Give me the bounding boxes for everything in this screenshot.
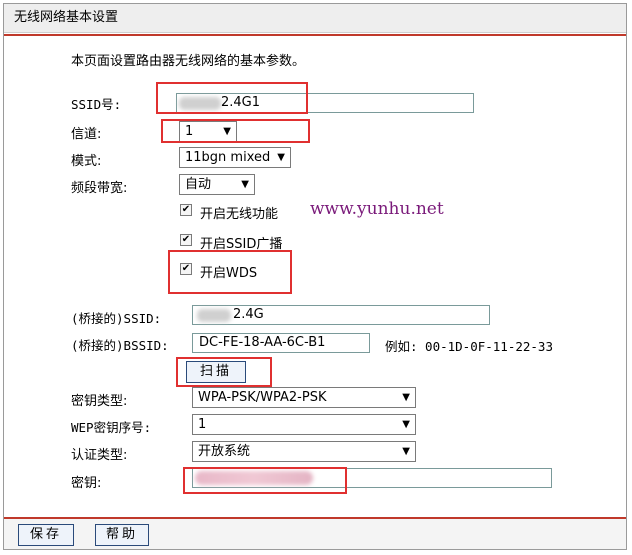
- channel-label: 信道:: [71, 127, 102, 142]
- checkmark-icon: ✔: [181, 204, 191, 215]
- chevron-down-icon: ▼: [402, 392, 410, 403]
- highlight-ssid: [156, 82, 308, 114]
- enable-wireless-label: 开启无线功能: [200, 207, 279, 222]
- key-type-select[interactable]: WPA-PSK/WPA2-PSK ▼: [192, 387, 416, 408]
- bandwidth-label: 频段带宽:: [71, 181, 128, 196]
- bridge-bssid-label: (桥接的)BSSID:: [71, 338, 169, 353]
- bandwidth-select[interactable]: 自动 ▼: [179, 174, 255, 195]
- ssid-label: SSID号:: [71, 97, 122, 112]
- wep-index-label: WEP密钥序号:: [71, 420, 152, 435]
- enable-wireless-checkbox[interactable]: ✔: [180, 204, 192, 216]
- checkmark-icon: ✔: [181, 234, 191, 245]
- wireless-basic-settings-panel: 无线网络基本设置 本页面设置路由器无线网络的基本参数。 SSID号: 2.4G 1…: [3, 3, 627, 550]
- bridge-ssid-label: (桥接的)SSID:: [71, 311, 162, 326]
- bridge-ssid-input[interactable]: 2.4G: [192, 305, 490, 325]
- auth-type-select[interactable]: 开放系统 ▼: [192, 441, 416, 462]
- page-description: 本页面设置路由器无线网络的基本参数。: [71, 54, 306, 69]
- footer-bar: 保存 帮助: [4, 517, 626, 549]
- bridge-bssid-value: DC-FE-18-AA-6C-B1: [199, 335, 326, 350]
- footer-divider: [4, 517, 626, 519]
- enable-ssid-broadcast-checkbox[interactable]: ✔: [180, 234, 192, 246]
- chevron-down-icon: ▼: [402, 446, 410, 457]
- bandwidth-value: 自动: [185, 177, 212, 192]
- mode-value: 11bgn mixed: [185, 150, 271, 165]
- help-button[interactable]: 帮助: [95, 524, 149, 546]
- watermark: www.yunhu.net: [310, 199, 444, 219]
- bridge-bssid-input[interactable]: DC-FE-18-AA-6C-B1: [192, 333, 370, 353]
- chevron-down-icon: ▼: [402, 419, 410, 430]
- highlight-key: [183, 467, 347, 494]
- highlight-scan: [176, 357, 272, 387]
- chevron-down-icon: ▼: [241, 179, 249, 190]
- auth-type-label: 认证类型:: [71, 448, 128, 463]
- mode-select[interactable]: 11bgn mixed ▼: [179, 147, 291, 168]
- mode-label: 模式:: [71, 154, 102, 169]
- bridge-ssid-value: 2.4G: [233, 307, 264, 322]
- highlight-wds: [168, 250, 292, 294]
- key-type-value: WPA-PSK/WPA2-PSK: [198, 390, 327, 405]
- save-button[interactable]: 保存: [18, 524, 74, 546]
- wep-index-value: 1: [198, 417, 207, 432]
- title-divider: [4, 34, 626, 36]
- bridge-ssid-redaction: [197, 309, 231, 322]
- chevron-down-icon: ▼: [277, 152, 285, 163]
- highlight-channel: [161, 119, 310, 143]
- page-title: 无线网络基本设置: [4, 4, 626, 33]
- bssid-example-text: 例如: 00-1D-0F-11-22-33: [385, 339, 553, 354]
- key-type-label: 密钥类型:: [71, 394, 128, 409]
- wep-index-select[interactable]: 1 ▼: [192, 414, 416, 435]
- key-label: 密钥:: [71, 476, 102, 491]
- auth-type-value: 开放系统: [198, 444, 251, 459]
